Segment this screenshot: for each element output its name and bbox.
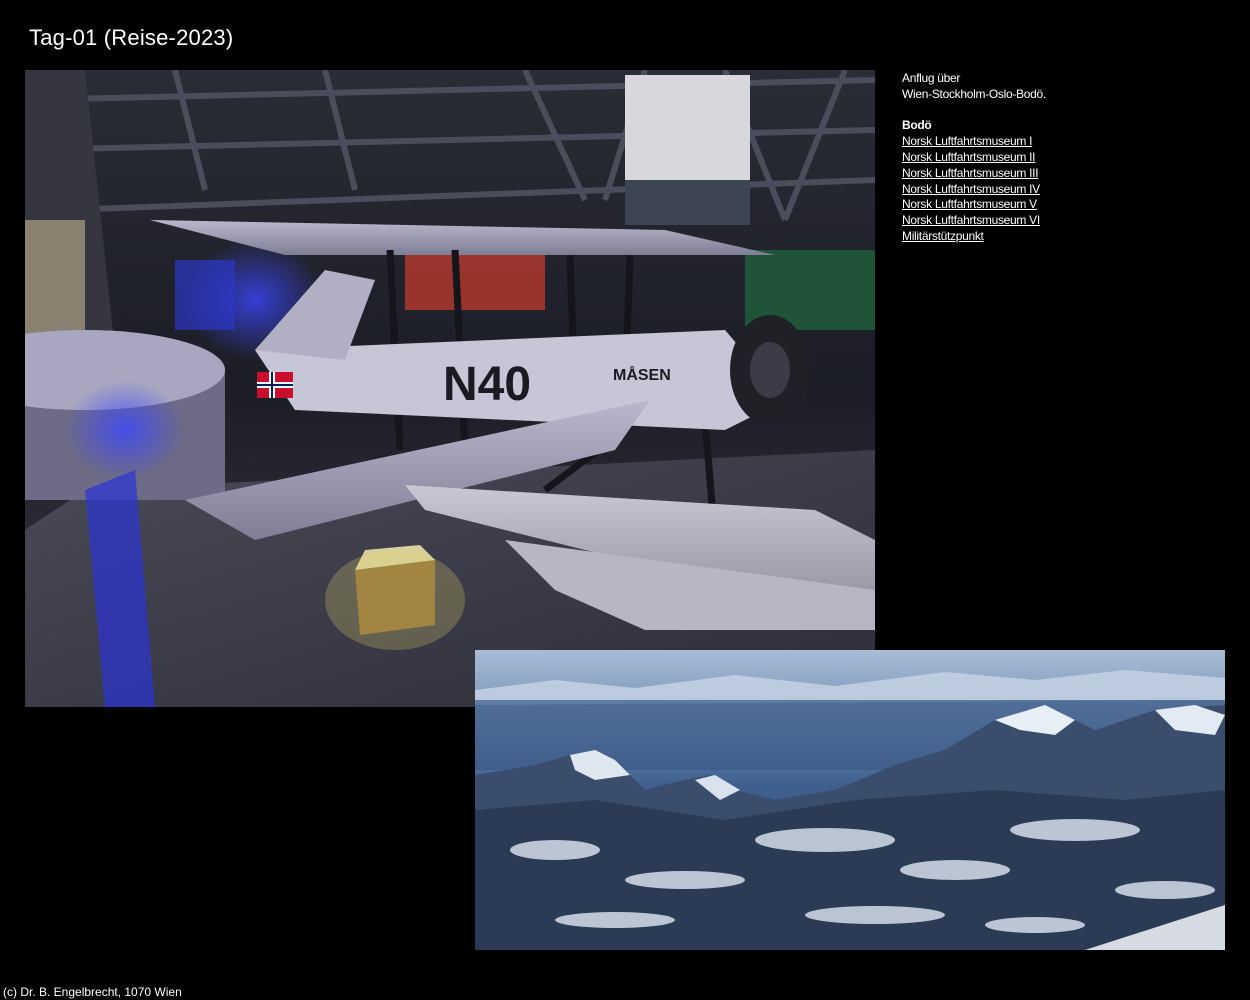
link-luftfahrtsmuseum-6[interactable]: Norsk Luftfahrtsmuseum VI: [902, 213, 1222, 229]
plane-name: MÅSEN: [613, 365, 671, 384]
link-luftfahrtsmuseum-4[interactable]: Norsk Luftfahrtsmuseum IV: [902, 182, 1222, 198]
sidebar: Anflug über Wien-Stockholm-Oslo-Bodö. Bo…: [902, 71, 1222, 245]
link-luftfahrtsmuseum-3[interactable]: Norsk Luftfahrtsmuseum III: [902, 166, 1222, 182]
mountains-photo[interactable]: [475, 650, 1225, 950]
link-luftfahrtsmuseum-5[interactable]: Norsk Luftfahrtsmuseum V: [902, 197, 1222, 213]
copyright-footer: (c) Dr. B. Engelbrecht, 1070 Wien: [3, 985, 182, 999]
intro-line-2: Wien-Stockholm-Oslo-Bodö.: [902, 86, 1046, 101]
page-title: Tag-01 (Reise-2023): [29, 25, 234, 50]
link-luftfahrtsmuseum-1[interactable]: Norsk Luftfahrtsmuseum I: [902, 134, 1222, 150]
section-heading: Bodö: [902, 118, 932, 133]
plane-registration: N40: [443, 358, 531, 411]
museum-photo[interactable]: N40 MÅSEN: [25, 70, 875, 707]
link-luftfahrtsmuseum-2[interactable]: Norsk Luftfahrtsmuseum II: [902, 150, 1222, 166]
link-militaerstuetzpunkt[interactable]: Militärstützpunkt: [902, 229, 1222, 245]
intro-line-1: Anflug über: [902, 71, 961, 85]
